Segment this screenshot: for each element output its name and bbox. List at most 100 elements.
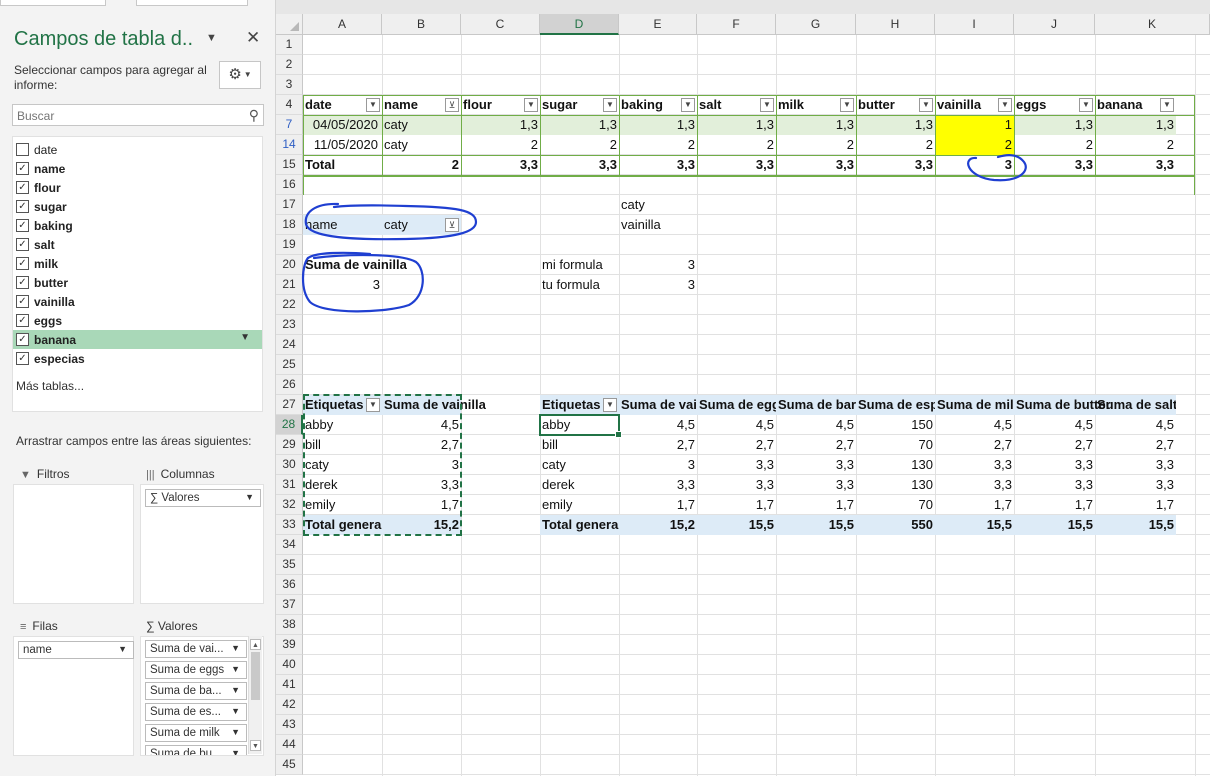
table-cell[interactable]: 1,3 xyxy=(1095,115,1176,135)
field-item-milk[interactable]: ✓ milk xyxy=(13,254,262,273)
pivot-value-header[interactable]: Suma de bar xyxy=(776,395,856,415)
row-header-39[interactable]: 39 xyxy=(276,635,303,655)
checkbox[interactable]: ✓ xyxy=(16,276,29,289)
formula-value[interactable]: 3 xyxy=(619,255,697,275)
pivot-value[interactable]: 3,3 xyxy=(1014,455,1095,475)
row-header-20[interactable]: 20 xyxy=(276,255,303,275)
table-cell[interactable]: 2 xyxy=(1014,135,1095,155)
filters-area[interactable] xyxy=(13,484,134,604)
table-total-cell[interactable]: 3,3 xyxy=(697,155,776,175)
row-header-2[interactable]: 2 xyxy=(276,55,303,75)
table-cell[interactable]: 11/05/2020 xyxy=(303,135,382,155)
pivot-filter-label[interactable]: name xyxy=(303,215,382,235)
field-item-vainilla[interactable]: ✓ vainilla xyxy=(13,292,262,311)
filter-dropdown-icon[interactable]: ▼ xyxy=(919,98,933,112)
pivot-value[interactable]: 4,5 xyxy=(776,415,856,435)
field-item-salt[interactable]: ✓ salt xyxy=(13,235,262,254)
columns-area[interactable]: ∑ Valores ▼ xyxy=(140,484,264,604)
checkbox[interactable]: ✓ xyxy=(16,295,29,308)
pivot-value[interactable]: 2,7 xyxy=(1014,435,1095,455)
rows-chip-name[interactable]: name ▼ xyxy=(18,641,134,659)
table-cell[interactable]: 2 xyxy=(697,135,776,155)
row-header-38[interactable]: 38 xyxy=(276,615,303,635)
field-item-baking[interactable]: ✓ baking xyxy=(13,216,262,235)
table-cell[interactable]: 1,3 xyxy=(697,115,776,135)
table-cell[interactable]: 1,3 xyxy=(1014,115,1095,135)
pivot-value[interactable]: 3,3 xyxy=(935,455,1014,475)
checkbox[interactable]: ✓ xyxy=(16,257,29,270)
column-header-f[interactable]: F xyxy=(697,14,776,35)
filter-dropdown-icon[interactable]: ⊻ xyxy=(445,98,459,112)
field-item-sugar[interactable]: ✓ sugar xyxy=(13,197,262,216)
pivot-value[interactable]: 2,7 xyxy=(1095,435,1176,455)
ribbon-tab-stub[interactable] xyxy=(136,0,248,6)
row-header-14[interactable]: 14 xyxy=(276,135,303,155)
rows-area[interactable]: name ▼ xyxy=(13,636,134,756)
row-header-26[interactable]: 26 xyxy=(276,375,303,395)
field-item-flour[interactable]: ✓ flour xyxy=(13,178,262,197)
pivot-value[interactable]: 4,5 xyxy=(619,415,697,435)
table-total-cell[interactable]: 3,3 xyxy=(540,155,619,175)
formula-label[interactable]: mi formula xyxy=(540,255,619,275)
pivot-value[interactable]: 3,3 xyxy=(776,455,856,475)
pivot-value-header[interactable]: Suma de egg xyxy=(697,395,776,415)
pivot-value[interactable]: 4,5 xyxy=(697,415,776,435)
pivot-value[interactable]: 2,7 xyxy=(776,435,856,455)
table-cell[interactable]: 1,3 xyxy=(776,115,856,135)
values-chip[interactable]: Suma de bu... ▼ xyxy=(145,745,247,755)
search-icon[interactable]: ⚲ xyxy=(249,107,259,124)
column-header-h[interactable]: H xyxy=(856,14,935,35)
column-header-a[interactable]: A xyxy=(303,14,382,35)
pivot-value[interactable]: 2,7 xyxy=(697,435,776,455)
row-header-16[interactable]: 16 xyxy=(276,175,303,195)
filter-dropdown-icon[interactable]: ▼ xyxy=(603,98,617,112)
row-header-25[interactable]: 25 xyxy=(276,355,303,375)
table-cell[interactable]: 2 xyxy=(461,135,540,155)
checkbox[interactable]: ✓ xyxy=(16,181,29,194)
pivot-grand-total[interactable]: 550 xyxy=(856,515,935,535)
filter-dropdown-icon[interactable]: ▼ xyxy=(1160,98,1174,112)
field-item-especias[interactable]: ✓ especias xyxy=(13,349,262,368)
table-total-cell[interactable]: 3,3 xyxy=(856,155,935,175)
pivot-grand-total[interactable]: 15,5 xyxy=(697,515,776,535)
pivot-grand-total[interactable]: 15,5 xyxy=(1095,515,1176,535)
table-total-cell[interactable]: 3,3 xyxy=(461,155,540,175)
chevron-down-icon[interactable]: ▼ xyxy=(206,32,217,44)
column-header-e[interactable]: E xyxy=(619,14,697,35)
scroll-down-icon[interactable]: ▼ xyxy=(250,740,261,751)
row-header-24[interactable]: 24 xyxy=(276,335,303,355)
caty-text[interactable]: caty xyxy=(619,195,697,215)
pivot-value[interactable]: 1,7 xyxy=(697,495,776,515)
pivot-grand-total[interactable]: 15,5 xyxy=(935,515,1014,535)
row-header-37[interactable]: 37 xyxy=(276,595,303,615)
pivot-value[interactable]: 4,5 xyxy=(1095,415,1176,435)
pivot-value[interactable]: 3,3 xyxy=(697,455,776,475)
row-header-27[interactable]: 27 xyxy=(276,395,303,415)
table-total-cell[interactable]: 2 xyxy=(382,155,461,175)
pivot-value[interactable]: 130 xyxy=(856,475,935,495)
row-header-21[interactable]: 21 xyxy=(276,275,303,295)
pivot-grand-total[interactable]: 15,2 xyxy=(619,515,697,535)
checkbox[interactable]: ✓ xyxy=(16,219,29,232)
row-header-34[interactable]: 34 xyxy=(276,535,303,555)
select-all-corner[interactable] xyxy=(276,14,303,35)
filter-dropdown-icon[interactable]: ▼ xyxy=(524,98,538,112)
table-total-cell[interactable]: Total xyxy=(303,155,382,175)
row-header-29[interactable]: 29 xyxy=(276,435,303,455)
table-cell[interactable]: caty xyxy=(382,135,461,155)
pivot-value[interactable]: 3 xyxy=(303,275,382,295)
checkbox[interactable]: ✓ xyxy=(16,162,29,175)
pivot-value[interactable]: 3,3 xyxy=(697,475,776,495)
pivot-value[interactable]: 3 xyxy=(619,455,697,475)
pivot-value[interactable]: 70 xyxy=(856,435,935,455)
more-tables-link[interactable]: Más tablas... xyxy=(16,379,84,393)
values-chip[interactable]: Suma de es... ▼ xyxy=(145,703,247,721)
tools-button[interactable]: ⚙ ▼ xyxy=(219,61,261,89)
table-cell[interactable]: 1,3 xyxy=(540,115,619,135)
row-header-33[interactable]: 33 xyxy=(276,515,303,535)
table-cell[interactable]: 04/05/2020 xyxy=(303,115,382,135)
pivot-value[interactable]: 150 xyxy=(856,415,935,435)
chevron-down-icon[interactable]: ▼ xyxy=(240,332,250,343)
pivot-value[interactable]: 3,3 xyxy=(619,475,697,495)
row-header-31[interactable]: 31 xyxy=(276,475,303,495)
